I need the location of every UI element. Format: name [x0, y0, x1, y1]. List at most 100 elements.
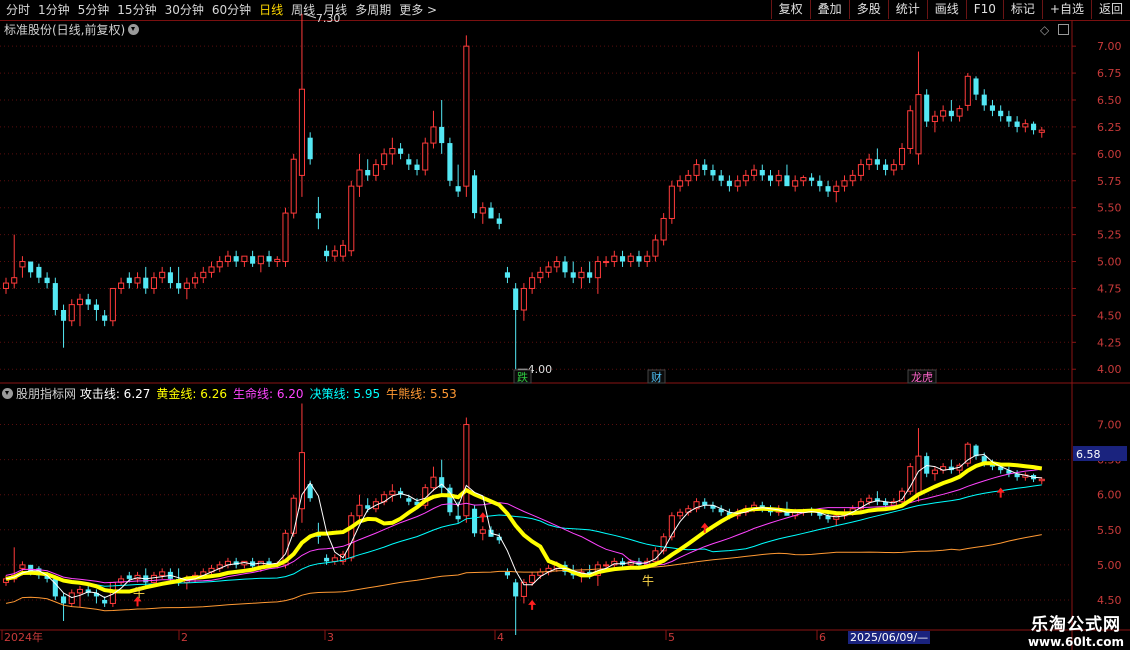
price-candle	[1014, 121, 1020, 127]
kline-chart[interactable]: 7.00 6.75 6.50 6.25 6.00 5.75 5.50 5.25 5.00 4.75…	[0, 0, 1130, 650]
price-candle	[365, 170, 371, 176]
price-tick-label: 4.25	[1097, 336, 1122, 349]
high-label: 7.30	[316, 12, 341, 25]
x-axis-label: 2	[181, 631, 188, 644]
price-candle	[60, 310, 67, 321]
price-candle	[76, 298, 84, 306]
price-candle	[924, 94, 930, 122]
indicator-candle	[159, 571, 166, 576]
price-candle	[389, 147, 396, 155]
price-candle	[652, 239, 659, 257]
price-candle	[726, 180, 732, 187]
price-candle	[422, 142, 429, 171]
price-candle	[274, 258, 281, 263]
life-line	[5, 468, 1042, 584]
price-candle	[339, 244, 347, 257]
price-candle	[143, 277, 149, 289]
price-candle	[660, 217, 667, 241]
price-candle	[398, 148, 404, 154]
price-candle	[677, 180, 684, 187]
price-candle	[545, 266, 552, 273]
price-candle	[767, 175, 774, 181]
indicator-candle	[68, 592, 75, 604]
price-tick-label: 5.75	[1097, 175, 1122, 188]
price-candle	[126, 277, 132, 284]
indicator-tick-label: 5.00	[1097, 559, 1122, 572]
price-candle	[849, 174, 856, 182]
price-candle	[931, 115, 938, 123]
indicator-candle	[430, 476, 437, 489]
price-candle	[784, 175, 790, 187]
price-candle	[36, 266, 42, 278]
price-candle	[52, 283, 58, 310]
price-candle	[496, 218, 502, 224]
price-candle	[134, 277, 141, 284]
price-candle	[233, 256, 239, 262]
indicator-candle	[931, 469, 938, 475]
indicator-candle	[455, 515, 461, 520]
event-marker: 跌	[517, 370, 528, 384]
price-candle	[964, 75, 971, 106]
price-candle	[702, 164, 708, 170]
indicator-candle	[513, 582, 519, 597]
price-tick-label: 4.00	[1097, 363, 1122, 376]
price-candle	[118, 282, 125, 289]
price-candle	[1006, 116, 1012, 122]
buy-arrow	[996, 487, 1005, 498]
price-candle	[874, 159, 880, 165]
price-candle	[463, 45, 470, 187]
indicator-candle	[907, 466, 914, 492]
price-candle	[68, 304, 75, 322]
price-candle	[529, 277, 536, 289]
price-candle	[224, 255, 232, 263]
price-candle	[28, 261, 34, 273]
price-candle	[817, 180, 823, 187]
price-candle	[447, 143, 453, 181]
price-candle	[2, 282, 10, 289]
price-candle	[537, 271, 544, 279]
indicator-candle	[866, 497, 873, 503]
price-candle	[266, 256, 272, 262]
indicator-tick-label: 6.00	[1097, 489, 1122, 502]
price-candle	[290, 158, 297, 214]
price-candle	[759, 170, 765, 176]
x-axis-label: 5	[668, 631, 675, 644]
bull-label: 牛	[133, 585, 145, 600]
price-candle	[167, 272, 173, 284]
cursor-date-label: 2025/06/09/—	[850, 631, 928, 644]
price-candle	[200, 271, 207, 279]
indicator-candle	[102, 599, 108, 604]
high-pointer	[303, 13, 317, 19]
price-tick-label: 5.25	[1097, 229, 1122, 242]
price-candle	[472, 175, 478, 214]
indicator-candle	[126, 575, 132, 579]
price-candle	[282, 212, 289, 263]
price-candle	[1031, 123, 1037, 131]
price-tick-label: 4.50	[1097, 309, 1122, 322]
x-axis-label: 3	[327, 631, 334, 644]
price-candle	[841, 180, 848, 187]
price-candle	[998, 110, 1004, 117]
attack-line	[5, 453, 1042, 599]
price-candle	[348, 185, 355, 252]
price-candle	[192, 277, 199, 284]
price-candle	[981, 94, 987, 106]
price-candle	[93, 304, 99, 310]
price-candle	[159, 271, 166, 279]
indicator-candle	[603, 564, 610, 567]
price-candle	[973, 78, 979, 95]
indicator-candle	[356, 504, 363, 517]
indicator-candle	[479, 529, 486, 534]
price-candle	[176, 283, 182, 289]
price-candle	[11, 277, 18, 284]
price-candle	[825, 186, 831, 192]
price-candle	[250, 256, 256, 264]
price-candle	[685, 174, 692, 182]
price-candle	[307, 137, 313, 160]
price-candle	[241, 255, 248, 263]
price-tick-label: 5.00	[1097, 256, 1122, 269]
price-candle	[406, 159, 412, 165]
price-candle	[883, 164, 889, 170]
indicator-candle	[406, 498, 412, 502]
price-candle	[414, 164, 420, 170]
